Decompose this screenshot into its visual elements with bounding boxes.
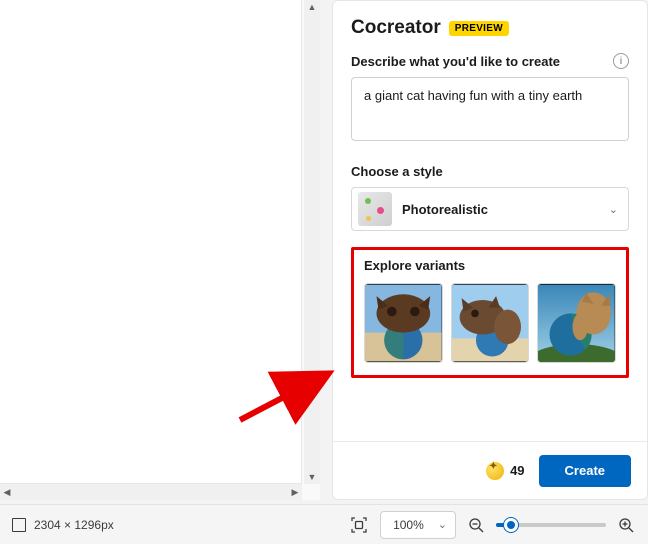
chevron-down-icon: ⌄ (609, 203, 618, 216)
fit-to-screen-icon[interactable] (348, 514, 370, 536)
style-dropdown[interactable]: Photorealistic ⌄ (351, 187, 629, 231)
variant-thumb-2[interactable] (451, 283, 530, 363)
scroll-up-icon[interactable]: ▲ (305, 0, 319, 14)
style-label: Choose a style (351, 164, 443, 179)
create-button[interactable]: Create (539, 455, 631, 487)
credits-value: 49 (510, 463, 524, 478)
horizontal-scrollbar[interactable]: ◀ ▶ (0, 484, 302, 500)
canvas-column: ▲ ▼ ◀ ▶ (0, 0, 320, 500)
credit-coin-icon (486, 462, 504, 480)
zoom-dropdown[interactable]: 100% ⌄ (380, 511, 456, 539)
canvas[interactable] (0, 0, 302, 484)
zoom-in-button[interactable] (616, 515, 636, 535)
variant-thumb-1[interactable] (364, 283, 443, 363)
vertical-scrollbar[interactable]: ▲ ▼ (304, 0, 320, 484)
canvas-size-label: 2304 × 1296px (34, 518, 114, 532)
info-icon[interactable]: i (613, 53, 629, 69)
style-selected-label: Photorealistic (402, 202, 599, 217)
explore-variants-section: Explore variants (351, 247, 629, 378)
zoom-slider-thumb[interactable] (504, 518, 518, 532)
chevron-down-icon: ⌄ (438, 518, 447, 531)
credits-display: 49 (486, 462, 524, 480)
preview-badge: PREVIEW (449, 21, 509, 36)
status-bar: 2304 × 1296px 100% ⌄ (0, 504, 648, 544)
canvas-size-icon (12, 518, 26, 532)
zoom-slider[interactable] (496, 523, 606, 527)
cocreator-panel: Cocreator PREVIEW Describe what you'd li… (332, 0, 648, 500)
variant-thumb-3[interactable] (537, 283, 616, 363)
scroll-left-icon[interactable]: ◀ (0, 485, 14, 499)
scroll-right-icon[interactable]: ▶ (288, 485, 302, 499)
describe-label: Describe what you'd like to create (351, 54, 560, 69)
variants-label: Explore variants (364, 258, 616, 273)
zoom-value-label: 100% (393, 518, 424, 532)
prompt-input[interactable] (351, 77, 629, 141)
style-thumb-icon (358, 192, 392, 226)
scroll-down-icon[interactable]: ▼ (305, 470, 319, 484)
panel-title: Cocreator (351, 17, 441, 39)
zoom-out-button[interactable] (466, 515, 486, 535)
panel-footer: 49 Create (333, 441, 647, 499)
